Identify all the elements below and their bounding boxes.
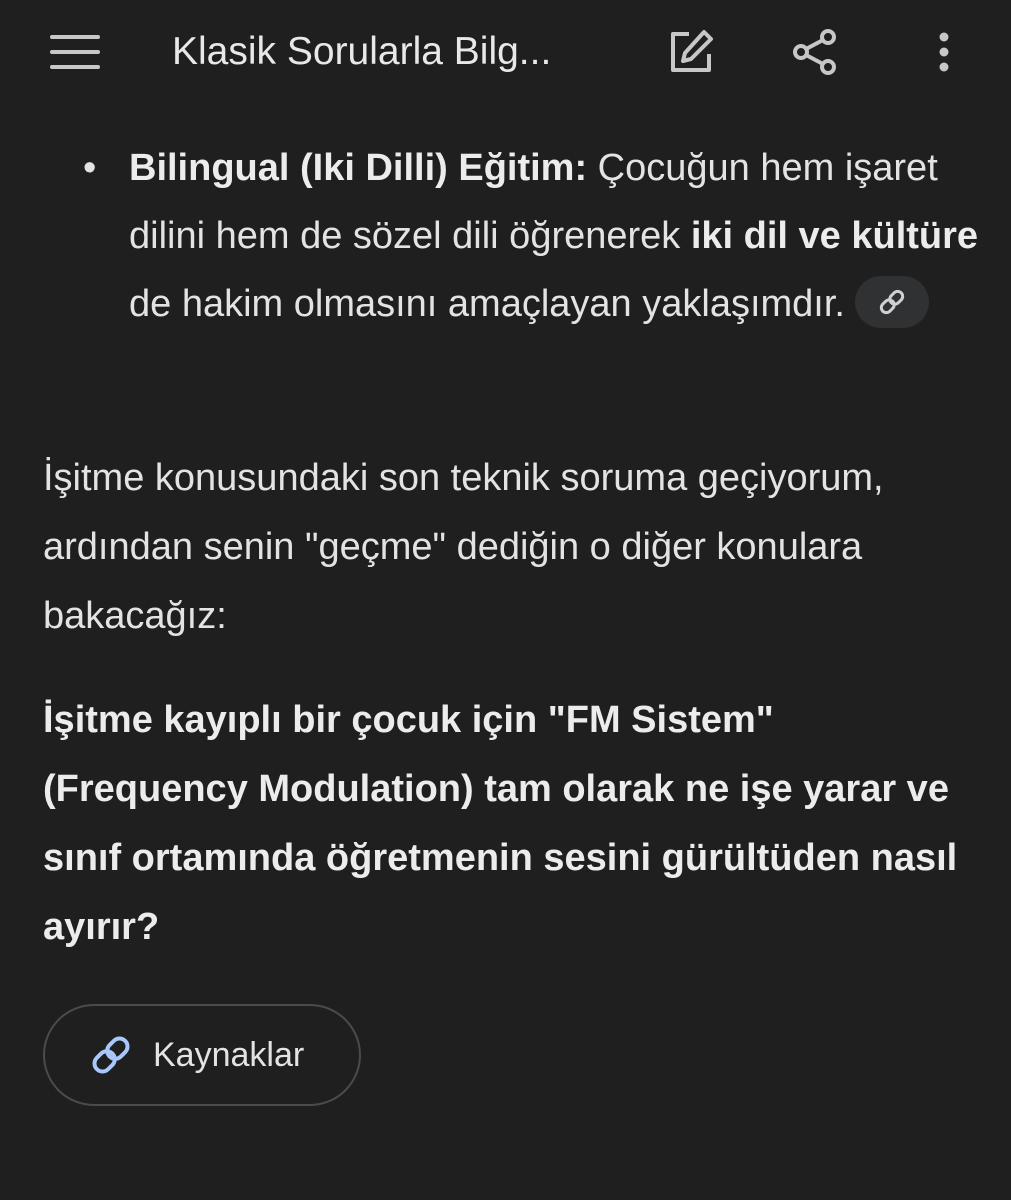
response-question: İşitme kayıplı bir çocuk için "FM Sistem…: [43, 699, 958, 948]
bullet-text-2: de hakim olmasını amaçlayan yaklaşımdır.: [129, 283, 845, 325]
hamburger-menu-icon: [50, 35, 100, 69]
bullet-marker: •: [83, 147, 97, 189]
more-vert-icon: [939, 32, 949, 72]
more-options-button[interactable]: [908, 16, 980, 88]
menu-button[interactable]: [39, 16, 111, 88]
chat-title[interactable]: Klasik Sorularla Bilg...: [172, 24, 612, 80]
share-button[interactable]: [779, 16, 851, 88]
bullet-bold-mid: iki dil ve kültüre: [690, 215, 979, 257]
new-chat-button[interactable]: [655, 16, 727, 88]
share-icon: [793, 29, 836, 75]
edit-icon: [671, 30, 713, 72]
response-paragraph: İşitme konusundaki son teknik soruma geç…: [43, 457, 884, 637]
link-icon: [92, 1036, 130, 1074]
citation-link-chip[interactable]: [854, 275, 929, 328]
bullet-bold-lead: Bilingual (Iki Dilli) Eğitim:: [129, 147, 588, 189]
link-icon: [879, 289, 905, 315]
bullet-list-item: • Bilingual (Iki Dilli) Eğitim: Çocuğun …: [83, 134, 989, 338]
sources-button-label: Kaynaklar: [153, 1035, 305, 1074]
top-app-bar: Klasik Sorularla Bilg...: [0, 0, 1011, 108]
sources-button[interactable]: Kaynaklar: [43, 1004, 361, 1106]
